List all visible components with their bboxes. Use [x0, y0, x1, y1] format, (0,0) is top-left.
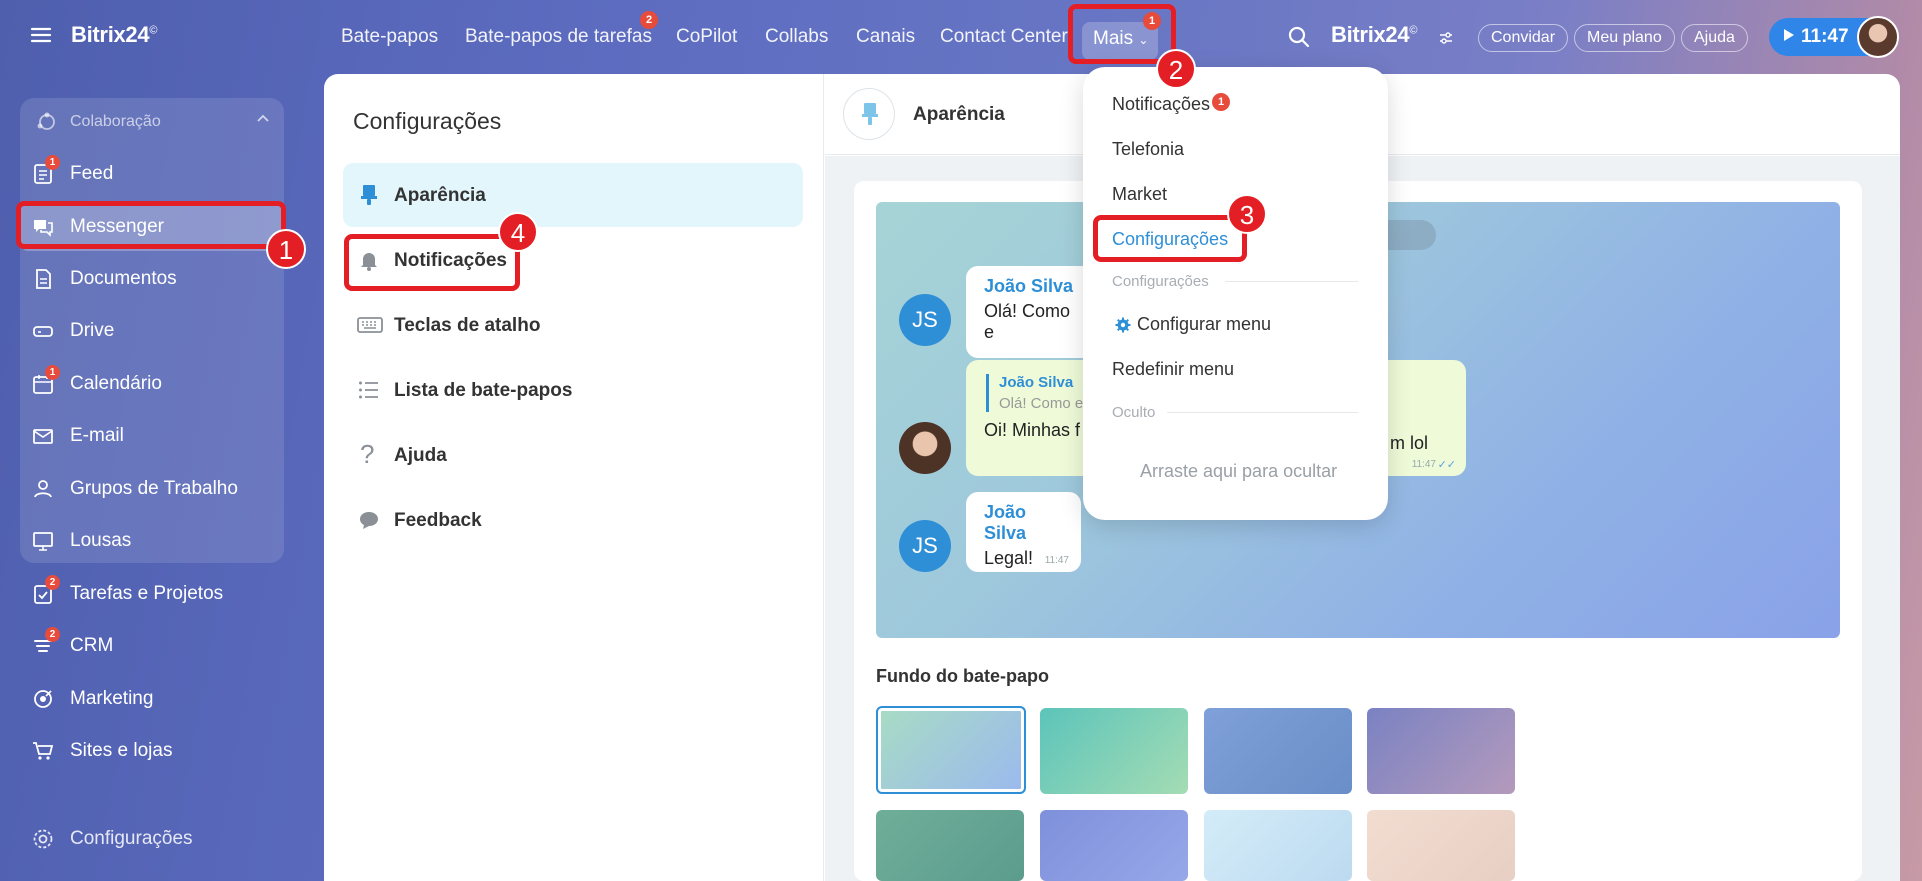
- brush-icon: [357, 183, 381, 207]
- menu-section-hidden: Oculto: [1112, 404, 1156, 421]
- cart-icon: [31, 739, 55, 763]
- settings-item-feedback[interactable]: Feedback: [343, 488, 803, 552]
- sidebar-item-groups[interactable]: Grupos de Trabalho: [20, 465, 284, 513]
- step-marker-1: 1: [266, 229, 306, 269]
- invite-button[interactable]: Convidar: [1478, 24, 1569, 52]
- menu-divider: [1225, 281, 1358, 282]
- chat-background-label: Fundo do bate-papo: [876, 666, 1049, 686]
- user-avatar[interactable]: [1857, 16, 1899, 58]
- nav-collabs[interactable]: Collabs: [765, 26, 828, 48]
- feed-badge: 1: [45, 155, 60, 170]
- settings-item-chat-list[interactable]: Lista de bate-papos: [343, 358, 803, 422]
- sidebar-item-feed[interactable]: 1 Feed: [20, 150, 284, 198]
- sidebar-item-drive[interactable]: Drive: [20, 307, 284, 355]
- menu-item-configure[interactable]: Configurar menu: [1137, 314, 1271, 335]
- menu-item-notifications[interactable]: Notificações: [1112, 94, 1210, 115]
- play-icon: [1783, 28, 1795, 42]
- appearance-title: Aparência: [913, 104, 1005, 125]
- collaboration-icon: [36, 111, 58, 133]
- list-icon: [357, 378, 381, 402]
- calendar-badge: 1: [45, 365, 60, 380]
- background-swatch-5[interactable]: [876, 810, 1024, 881]
- sidebar-item-documents[interactable]: Documentos: [20, 255, 284, 303]
- background-swatch-3[interactable]: [1204, 708, 1352, 794]
- highlight-notifications: [344, 234, 520, 291]
- highlight-settings: [1093, 215, 1247, 262]
- sidebar-group-label[interactable]: Colaboração: [70, 113, 161, 131]
- menu-divider: [1167, 412, 1358, 413]
- step-marker-2: 2: [1156, 49, 1196, 89]
- settings-item-shortcuts[interactable]: Teclas de atalho: [343, 293, 803, 357]
- top-bar: Bitrix24© Bate-papos Bate-papos de taref…: [0, 0, 1922, 76]
- gear-icon: [1115, 317, 1131, 333]
- highlight-messenger: [16, 201, 286, 249]
- speech-bubble-icon: [357, 508, 381, 532]
- mail-icon: [31, 424, 55, 448]
- avatar: JS: [899, 294, 951, 346]
- brand-logo[interactable]: Bitrix24©: [71, 22, 157, 48]
- chevron-up-icon[interactable]: [254, 110, 272, 128]
- plan-button[interactable]: Meu plano: [1574, 24, 1675, 52]
- sidebar-item-tasks[interactable]: 2 Tarefas e Projetos: [20, 570, 284, 618]
- sidebar-item-sites[interactable]: Sites e lojas: [20, 727, 284, 775]
- sidebar-item-calendar[interactable]: 1 Calendário: [20, 360, 284, 408]
- settings-item-appearance[interactable]: Aparência: [343, 163, 803, 227]
- theme-toggle-icon[interactable]: [1438, 30, 1454, 46]
- crm-badge: 2: [45, 627, 60, 642]
- menu-section-settings: Configurações: [1112, 273, 1209, 290]
- avatar: JS: [899, 520, 951, 572]
- nav-canais[interactable]: Canais: [856, 26, 915, 48]
- more-dropdown-menu: [1083, 67, 1388, 520]
- marketing-icon: [31, 687, 55, 711]
- nav-bate-papos[interactable]: Bate-papos: [341, 26, 438, 48]
- tasks-badge: 2: [45, 575, 60, 590]
- nav-contact-center[interactable]: Contact Center: [940, 26, 1068, 48]
- sidebar-item-settings[interactable]: Configurações: [20, 815, 284, 863]
- avatar: [899, 422, 951, 474]
- hamburger-menu-icon[interactable]: [30, 24, 52, 46]
- sidebar-item-marketing[interactable]: Marketing: [20, 675, 284, 723]
- nav-tasks-badge: 2: [640, 11, 658, 29]
- document-icon: [31, 267, 55, 291]
- notifications-badge: 1: [1212, 93, 1230, 111]
- drag-hint: Arraste aqui para ocultar: [1140, 461, 1338, 481]
- nav-copilot[interactable]: CoPilot: [676, 26, 737, 48]
- brand-logo-right[interactable]: Bitrix24©: [1331, 22, 1417, 48]
- help-button[interactable]: Ajuda: [1681, 24, 1748, 52]
- background-swatch-1[interactable]: [876, 706, 1026, 794]
- groups-icon: [31, 477, 55, 501]
- highlight-more: [1068, 4, 1176, 64]
- keyboard-icon: [357, 313, 383, 337]
- settings-item-help[interactable]: ? Ajuda: [343, 423, 803, 487]
- step-marker-4: 4: [498, 212, 538, 252]
- double-check-icon: ✓✓: [1437, 459, 1456, 471]
- background-swatch-2[interactable]: [1040, 708, 1188, 794]
- gear-icon: [31, 827, 55, 851]
- background-swatch-8[interactable]: [1367, 810, 1515, 881]
- message-bubble-1: João Silva Olá! Como e: [966, 266, 1096, 358]
- nav-bate-papos-tarefas[interactable]: Bate-papos de tarefas: [465, 26, 652, 48]
- settings-title: Configurações: [353, 108, 502, 134]
- menu-item-telephony[interactable]: Telefonia: [1112, 139, 1184, 160]
- background-swatch-4[interactable]: [1367, 708, 1515, 794]
- message-bubble-3: João Silva Legal! 11:47: [966, 492, 1081, 572]
- background-swatch-7[interactable]: [1204, 810, 1352, 881]
- sidebar-item-boards[interactable]: Lousas: [20, 517, 284, 565]
- drive-icon: [31, 319, 55, 343]
- menu-item-reset[interactable]: Redefinir menu: [1112, 359, 1234, 380]
- appearance-icon: [843, 88, 895, 140]
- menu-item-market[interactable]: Market: [1112, 184, 1167, 205]
- sidebar-item-crm[interactable]: 2 CRM: [20, 622, 284, 670]
- sidebar-item-email[interactable]: E-mail: [20, 412, 284, 460]
- step-marker-3: 3: [1227, 194, 1267, 234]
- background-swatch-6[interactable]: [1040, 810, 1188, 881]
- board-icon: [31, 529, 55, 553]
- search-icon[interactable]: [1288, 26, 1310, 48]
- question-icon: ?: [360, 439, 375, 469]
